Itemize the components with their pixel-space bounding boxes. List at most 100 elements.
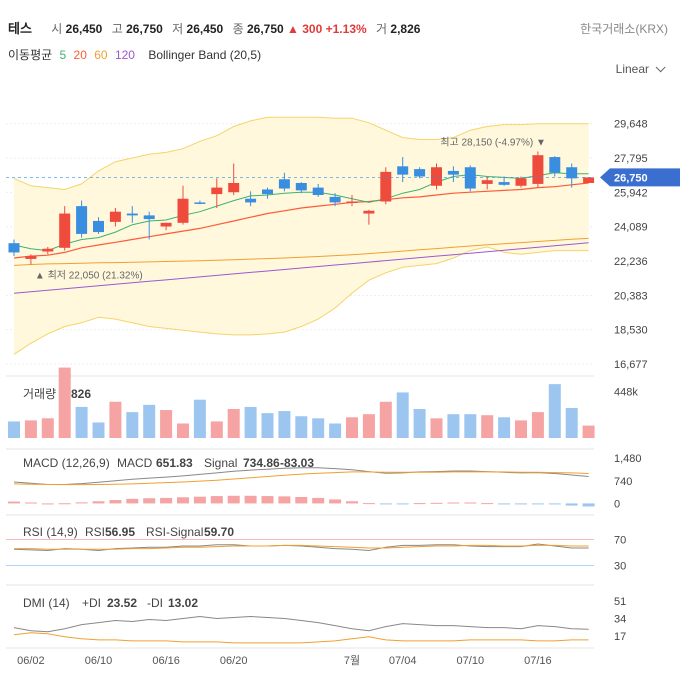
- volume-bar: [92, 422, 105, 438]
- x-tick-label: 06/20: [220, 655, 248, 667]
- rsi-value: 56.95: [105, 525, 135, 539]
- macd-hist-bar: [109, 500, 122, 504]
- rsi-label: RSI: [85, 525, 105, 539]
- macd-signal-line: [13, 471, 589, 486]
- price-tick-label: 16,677: [614, 359, 648, 371]
- macd-hist-bar: [498, 503, 511, 505]
- macd-hist-bar: [531, 503, 544, 505]
- candle-body: [312, 187, 324, 196]
- candle-body: [583, 177, 595, 183]
- volume-bar: [396, 392, 409, 438]
- macd-hist-bar: [346, 501, 358, 504]
- volume-title: 거래량: [23, 387, 56, 401]
- volume-bar: [8, 421, 20, 438]
- candle-body: [59, 213, 71, 248]
- macd-hist-bar: [8, 501, 20, 504]
- candle-body: [211, 187, 223, 195]
- candle-body: [109, 211, 121, 222]
- rsi-tick-70: 70: [614, 535, 626, 547]
- volume-bar: [109, 401, 122, 438]
- candle-body: [278, 179, 290, 189]
- x-tick-label: 07/10: [457, 655, 485, 667]
- candle-body: [515, 178, 527, 186]
- volume-bar: [24, 420, 37, 438]
- volume-bar: [126, 412, 139, 438]
- candle-body: [143, 215, 155, 220]
- candle-body: [363, 210, 375, 214]
- candle-body: [8, 243, 20, 253]
- macd-hist-bar: [329, 499, 342, 504]
- candle-body: [329, 196, 341, 203]
- price-tick-label: 27,795: [614, 153, 648, 165]
- volume-bar: [227, 409, 240, 438]
- macd-hist-bar: [548, 503, 561, 505]
- current-price-label: 26,750: [614, 172, 648, 184]
- dmi-pdi-line: [13, 615, 589, 633]
- x-tick-label: 06/02: [17, 655, 45, 667]
- volume-bar: [413, 409, 426, 438]
- macd-hist-bar: [24, 502, 37, 504]
- volume-bar: [582, 425, 595, 438]
- dmi-tick-label: 17: [614, 631, 626, 643]
- rsi-title: RSI (14,9): [23, 525, 78, 539]
- price-tick-label: 24,089: [614, 222, 648, 234]
- volume-bar: [346, 417, 358, 438]
- volume-bar: [430, 418, 443, 438]
- chart-canvas[interactable]: 29,648 27,795 25,942 24,089 22,236 20,383 18,5…: [0, 0, 680, 697]
- candle-body: [76, 206, 88, 234]
- candle-body: [380, 171, 392, 202]
- macd-hist-bar: [565, 503, 578, 506]
- volume-bar: [447, 414, 460, 438]
- volume-bar: [362, 414, 375, 438]
- volume-bar: [329, 423, 342, 438]
- bollinger-band-fill: [14, 117, 589, 355]
- price-tick-label: 18,530: [614, 325, 648, 337]
- volume-bar: [548, 384, 561, 438]
- macd-hist-bar: [464, 502, 477, 504]
- candle-body: [194, 202, 206, 204]
- macd-hist-bar: [92, 501, 105, 504]
- macd-hist-bar: [312, 497, 325, 504]
- dmi-mdi-label: -DI: [147, 596, 163, 610]
- rsi-tick-30: 30: [614, 561, 626, 573]
- volume-tick-label: 448k: [614, 387, 638, 399]
- volume-bar: [379, 401, 392, 438]
- rsi-signal-value: 59.70: [204, 525, 234, 539]
- volume-bar: [193, 399, 206, 438]
- macd-hist-bar: [177, 497, 189, 504]
- candle-body: [549, 157, 561, 173]
- price-tick-label: 25,942: [614, 187, 648, 199]
- macd-hist-bar: [430, 502, 443, 504]
- price-tick-label: 20,383: [614, 290, 648, 302]
- x-tick-label: 06/10: [85, 655, 113, 667]
- candle-body: [498, 182, 510, 185]
- macd-hist-bar: [278, 496, 291, 504]
- volume-bar: [312, 418, 325, 438]
- volume-bar: [515, 420, 527, 438]
- macd-hist-bar: [413, 503, 426, 505]
- volume-bar: [75, 406, 88, 438]
- candle-body: [177, 198, 189, 223]
- macd-tick-label: 1,480: [614, 453, 642, 465]
- macd-tick-label: 0: [614, 498, 620, 510]
- macd-tick-label: 740: [614, 476, 632, 488]
- volume-bar: [143, 404, 156, 438]
- candle-body: [295, 182, 307, 191]
- x-tick-label: 06/16: [152, 655, 180, 667]
- candle-body: [532, 155, 544, 184]
- macd-hist-bar: [58, 503, 71, 505]
- candle-body: [346, 201, 358, 204]
- macd-hist-bar: [193, 496, 206, 504]
- rsi-signal-label: RSI-Signal: [146, 525, 203, 539]
- candle-body: [126, 213, 138, 216]
- dmi-tick-label: 34: [614, 613, 626, 625]
- macd-hist-bar: [582, 503, 595, 507]
- macd-title: MACD (12,26,9): [23, 456, 110, 470]
- macd-hist-bar: [261, 496, 274, 504]
- macd-hist-bar: [396, 503, 409, 505]
- volume-bar: [481, 415, 494, 438]
- dmi-tick-label: 51: [614, 596, 626, 608]
- price-tick-label: 29,648: [614, 119, 648, 131]
- dmi-mdi-value: 13.02: [168, 596, 198, 610]
- macd-hist-bar: [379, 503, 392, 505]
